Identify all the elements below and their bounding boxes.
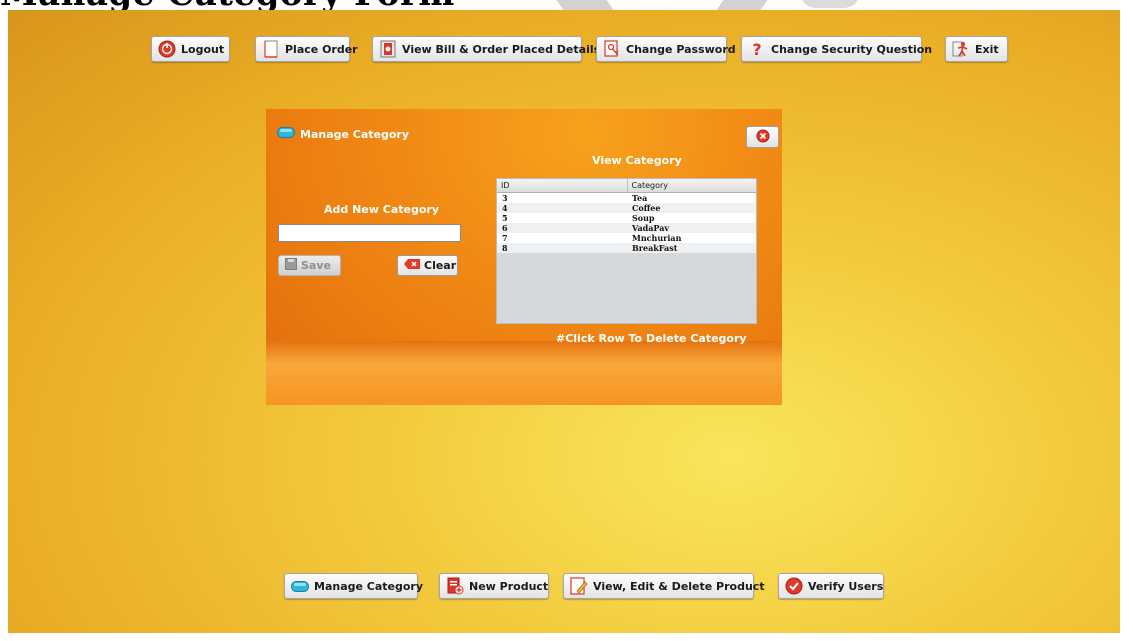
svg-text:?: ? <box>752 40 761 58</box>
category-table[interactable]: ID Category 3 Tea 4 Coffee 5 Soup 6 Vada… <box>496 178 757 324</box>
cell-category: Soup <box>627 213 756 223</box>
cell-id: 3 <box>497 192 627 203</box>
table-row[interactable]: 3 Tea <box>497 192 756 203</box>
manage-category-button[interactable]: Manage Category <box>284 573 423 599</box>
close-circle-icon <box>756 128 770 147</box>
place-order-label: Place Order <box>285 42 358 56</box>
edit-document-icon <box>570 577 588 595</box>
add-new-category-label: Add New Category <box>324 203 439 216</box>
delete-hint-label: #Click Row To Delete Category <box>556 332 747 345</box>
cell-category: BreakFast <box>627 243 756 253</box>
bill-icon <box>379 40 397 58</box>
cell-id: 8 <box>497 243 627 253</box>
close-button[interactable] <box>746 126 779 148</box>
panel-title: Manage Category <box>277 127 409 141</box>
cell-id: 5 <box>497 213 627 223</box>
logout-icon <box>158 40 176 58</box>
watermark-fragment <box>800 0 860 8</box>
view-bill-label: View Bill & Order Placed Details <box>402 42 601 56</box>
exit-person-icon <box>952 40 970 58</box>
save-label: Save <box>301 259 331 272</box>
save-button[interactable]: Save <box>278 255 341 276</box>
cell-id: 7 <box>497 233 627 243</box>
blue-pill-icon <box>291 577 309 595</box>
manage-category-label: Manage Category <box>314 579 424 593</box>
table-row[interactable]: 8 BreakFast <box>497 243 756 253</box>
key-document-icon <box>603 40 621 58</box>
table-row[interactable]: 5 Soup <box>497 213 756 223</box>
panel-floor-decoration <box>266 341 782 405</box>
blue-pill-icon <box>277 127 295 141</box>
manage-category-panel: Manage Category Add New Category Save Cl… <box>266 109 782 405</box>
eraser-icon <box>404 259 420 272</box>
logout-button[interactable]: Logout <box>151 36 230 62</box>
document-icon <box>262 40 280 58</box>
table-row[interactable]: 7 Mnchurian <box>497 233 756 243</box>
change-password-label: Change Password <box>626 42 736 56</box>
table-row[interactable]: 4 Coffee <box>497 203 756 213</box>
category-table-grid: ID Category 3 Tea 4 Coffee 5 Soup 6 Vada… <box>497 179 756 253</box>
clear-button[interactable]: Clear <box>397 255 458 276</box>
checkmark-badge-icon <box>785 577 803 595</box>
table-header-row: ID Category <box>497 179 756 193</box>
view-bill-button[interactable]: View Bill & Order Placed Details <box>372 36 600 62</box>
floppy-icon <box>285 258 297 273</box>
category-name-input[interactable] <box>278 224 461 242</box>
place-order-button[interactable]: Place Order <box>255 36 358 62</box>
change-security-question-button[interactable]: ? Change Security Question <box>741 36 932 62</box>
verify-users-button[interactable]: Verify Users <box>778 573 884 599</box>
change-security-question-label: Change Security Question <box>771 42 933 56</box>
cell-category: Tea <box>627 192 756 203</box>
app-window: Logout Place Order View Bill & Order Pla… <box>8 10 1120 633</box>
exit-label: Exit <box>975 42 999 56</box>
panel-title-text: Manage Category <box>300 127 410 141</box>
new-document-icon <box>446 577 464 595</box>
cell-id: 6 <box>497 223 627 233</box>
view-edit-delete-product-button[interactable]: View, Edit & Delete Product <box>563 573 765 599</box>
column-header-id[interactable]: ID <box>497 179 628 193</box>
question-mark-icon: ? <box>748 40 766 58</box>
cell-category: Mnchurian <box>627 233 756 243</box>
cell-id: 4 <box>497 203 627 213</box>
view-edit-delete-product-label: View, Edit & Delete Product <box>593 579 765 593</box>
cell-category: Coffee <box>627 203 756 213</box>
exit-button[interactable]: Exit <box>945 36 1008 62</box>
verify-users-label: Verify Users <box>808 579 884 593</box>
new-product-label: New Product <box>469 579 549 593</box>
cell-category: VadaPav <box>627 223 756 233</box>
change-password-button[interactable]: Change Password <box>596 36 736 62</box>
clear-label: Clear <box>424 259 457 272</box>
view-category-label: View Category <box>592 154 682 167</box>
logout-label: Logout <box>181 42 225 56</box>
table-row[interactable]: 6 VadaPav <box>497 223 756 233</box>
column-header-category[interactable]: Category <box>627 179 756 193</box>
new-product-button[interactable]: New Product <box>439 573 549 599</box>
